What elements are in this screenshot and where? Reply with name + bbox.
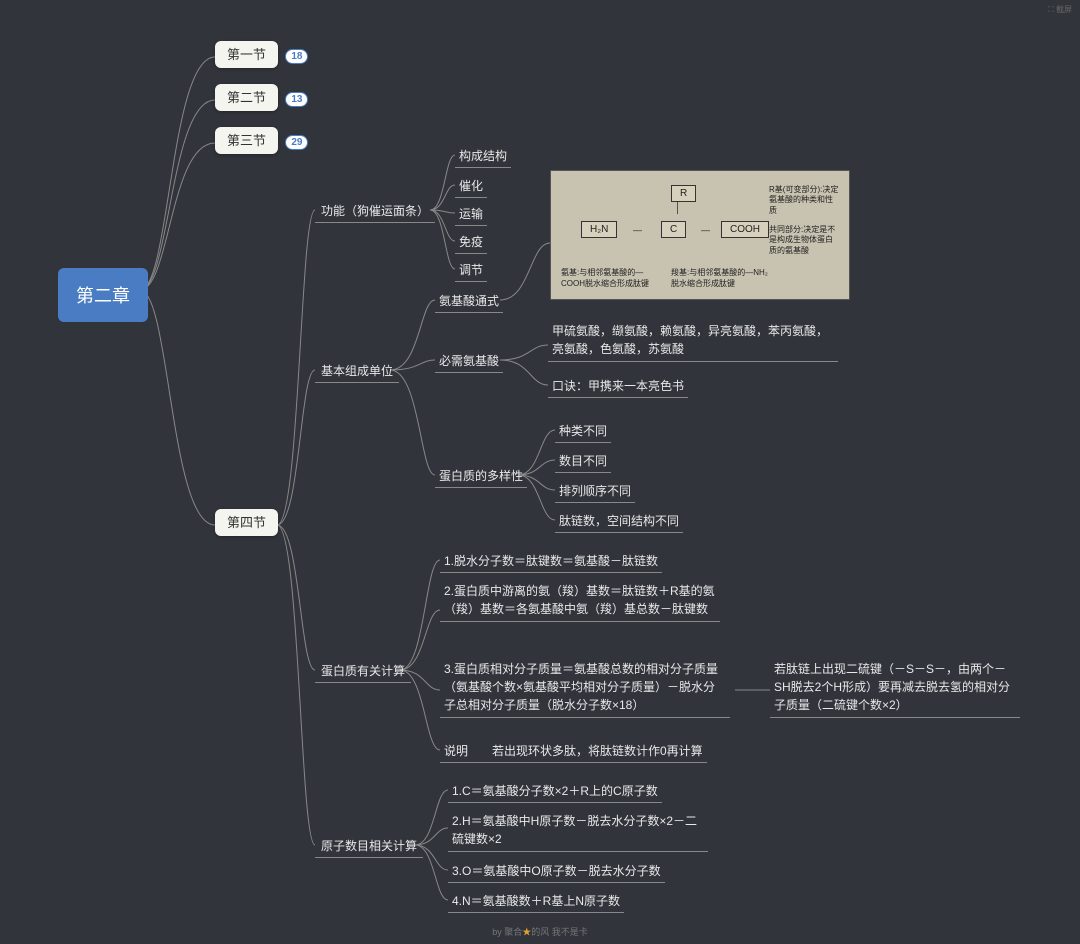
section-2-label: 第二节 xyxy=(215,84,278,111)
mindmap-canvas[interactable]: 第二章 第一节 18 第二节 13 第三节 29 第四节 功能（狗催运面条） 构… xyxy=(0,0,1080,944)
calc-0[interactable]: 1.脱水分子数＝肽键数＝氨基酸－肽链数 xyxy=(440,550,662,573)
section-2-badge[interactable]: 13 xyxy=(285,92,308,107)
essential-title[interactable]: 必需氨基酸 xyxy=(435,350,503,373)
calc-3[interactable]: 说明 若出现环状多肽，将肽链数计作0再计算 xyxy=(440,740,707,763)
img-note-common: 共同部分:决定是不是构成生物体蛋白质的氨基酸 xyxy=(769,225,839,256)
section-4[interactable]: 第四节 xyxy=(215,512,278,531)
func-title[interactable]: 功能（狗催运面条） xyxy=(315,200,435,223)
diversity-2[interactable]: 排列顺序不同 xyxy=(555,480,635,503)
func-item-3[interactable]: 免疫 xyxy=(455,231,487,254)
img-h2n: H₂N xyxy=(581,221,617,238)
calc-2[interactable]: 3.蛋白质相对分子质量＝氨基酸总数的相对分子质量（氨基酸个数×氨基酸平均相对分子… xyxy=(440,658,730,718)
section-4-label: 第四节 xyxy=(215,509,278,536)
atom-1[interactable]: 2.H＝氨基酸中H原子数－脱去水分子数×2－二硫键数×2 xyxy=(448,810,708,852)
corner-label: ⛶ 截屏 xyxy=(1048,4,1072,15)
footer-pre: by 聚合 xyxy=(492,927,522,937)
img-note-r: R基(可变部分):决定氨基酸的种类和性质 xyxy=(769,185,839,216)
diversity-0[interactable]: 种类不同 xyxy=(555,420,611,443)
img-note-cooh: 羧基:与相邻氨基酸的—NH₂脱水缩合形成肽键 xyxy=(671,268,771,289)
diversity-3[interactable]: 肽链数，空间结构不同 xyxy=(555,510,683,533)
section-1[interactable]: 第一节 18 xyxy=(215,44,308,64)
atom-3[interactable]: 4.N＝氨基酸数＋R基上N原子数 xyxy=(448,890,624,913)
footer: by 聚合★的风 我不是卡 xyxy=(0,925,1080,938)
calc-1[interactable]: 2.蛋白质中游离的氨（羧）基数＝肽链数＋R基的氨（羧）基数＝各氨基酸中氨（羧）基… xyxy=(440,580,720,622)
formula-image[interactable]: R │ H₂N — C — COOH R基(可变部分):决定氨基酸的种类和性质 … xyxy=(550,170,850,300)
atom-2[interactable]: 3.O＝氨基酸中O原子数－脱去水分子数 xyxy=(448,860,665,883)
essential-mnemonic[interactable]: 口诀：甲携来一本亮色书 xyxy=(548,375,688,398)
img-r: R xyxy=(671,185,696,202)
section-1-label: 第一节 xyxy=(215,41,278,68)
section-3-label: 第三节 xyxy=(215,127,278,154)
calc-title[interactable]: 蛋白质有关计算 xyxy=(315,660,411,683)
root-node[interactable]: 第二章 xyxy=(58,268,148,322)
func-item-2[interactable]: 运输 xyxy=(455,203,487,226)
section-3-badge[interactable]: 29 xyxy=(285,135,308,150)
img-note-nh2: 氨基:与相邻氨基酸的—COOH脱水缩合形成肽键 xyxy=(561,268,661,289)
basic-unit-title[interactable]: 基本组成单位 xyxy=(315,360,399,383)
diversity-1[interactable]: 数目不同 xyxy=(555,450,611,473)
formula-title[interactable]: 氨基酸通式 xyxy=(435,290,503,313)
atom-title[interactable]: 原子数目相关计算 xyxy=(315,835,423,858)
img-c: C xyxy=(661,221,686,238)
img-cooh: COOH xyxy=(721,221,769,238)
section-3[interactable]: 第三节 29 xyxy=(215,130,308,150)
essential-list[interactable]: 甲硫氨酸，缬氨酸，赖氨酸，异亮氨酸，苯丙氨酸，亮氨酸，色氨酸，苏氨酸 xyxy=(548,320,838,362)
atom-0[interactable]: 1.C＝氨基酸分子数×2＋R上的C原子数 xyxy=(448,780,662,803)
calc-extra[interactable]: 若肽链上出现二硫键（－S－S－，由两个－SH脱去2个H形成）要再减去脱去氢的相对… xyxy=(770,658,1020,718)
footer-post: 的风 我不是卡 xyxy=(531,927,588,937)
diversity-title[interactable]: 蛋白质的多样性 xyxy=(435,465,527,488)
func-item-4[interactable]: 调节 xyxy=(455,259,487,282)
star-icon: ★ xyxy=(522,927,531,937)
root-label: 第二章 xyxy=(76,286,130,306)
func-item-1[interactable]: 催化 xyxy=(455,175,487,198)
func-item-0[interactable]: 构成结构 xyxy=(455,145,511,168)
section-1-badge[interactable]: 18 xyxy=(285,49,308,64)
section-2[interactable]: 第二节 13 xyxy=(215,87,308,107)
